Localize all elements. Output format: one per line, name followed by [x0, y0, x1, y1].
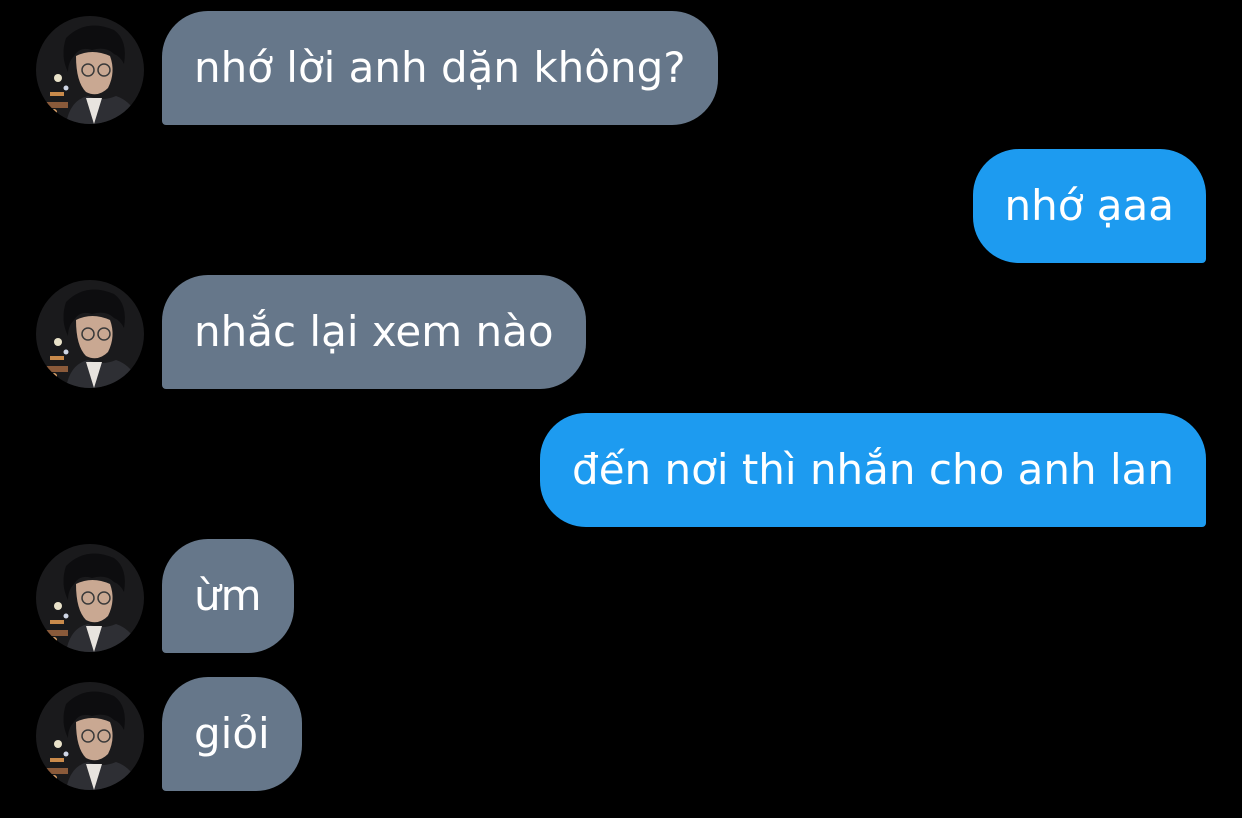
profile-photo-icon	[36, 544, 144, 652]
message-text: nhớ lời anh dặn không?	[194, 43, 686, 92]
avatar[interactable]	[36, 280, 144, 388]
avatar[interactable]	[36, 682, 144, 790]
message-bubble-incoming[interactable]: ừm	[162, 539, 294, 653]
profile-photo-icon	[36, 682, 144, 790]
message-text: nhắc lại xem nào	[194, 307, 554, 356]
avatar[interactable]	[36, 544, 144, 652]
avatar[interactable]	[36, 16, 144, 124]
message-bubble-incoming[interactable]: nhớ lời anh dặn không?	[162, 11, 718, 125]
message-text: giỏi	[194, 709, 270, 758]
message-text: ừm	[194, 571, 262, 620]
message-bubble-incoming[interactable]: nhắc lại xem nào	[162, 275, 586, 389]
message-text: nhớ ạaa	[1004, 181, 1175, 230]
message-bubble-outgoing[interactable]: nhớ ạaa	[972, 149, 1206, 263]
message-bubble-outgoing[interactable]: đến nơi thì nhắn cho anh lan	[540, 413, 1206, 527]
profile-photo-icon	[36, 280, 144, 388]
message-text: đến nơi thì nhắn cho anh lan	[572, 445, 1174, 494]
profile-photo-icon	[36, 16, 144, 124]
message-bubble-incoming[interactable]: giỏi	[162, 677, 302, 791]
